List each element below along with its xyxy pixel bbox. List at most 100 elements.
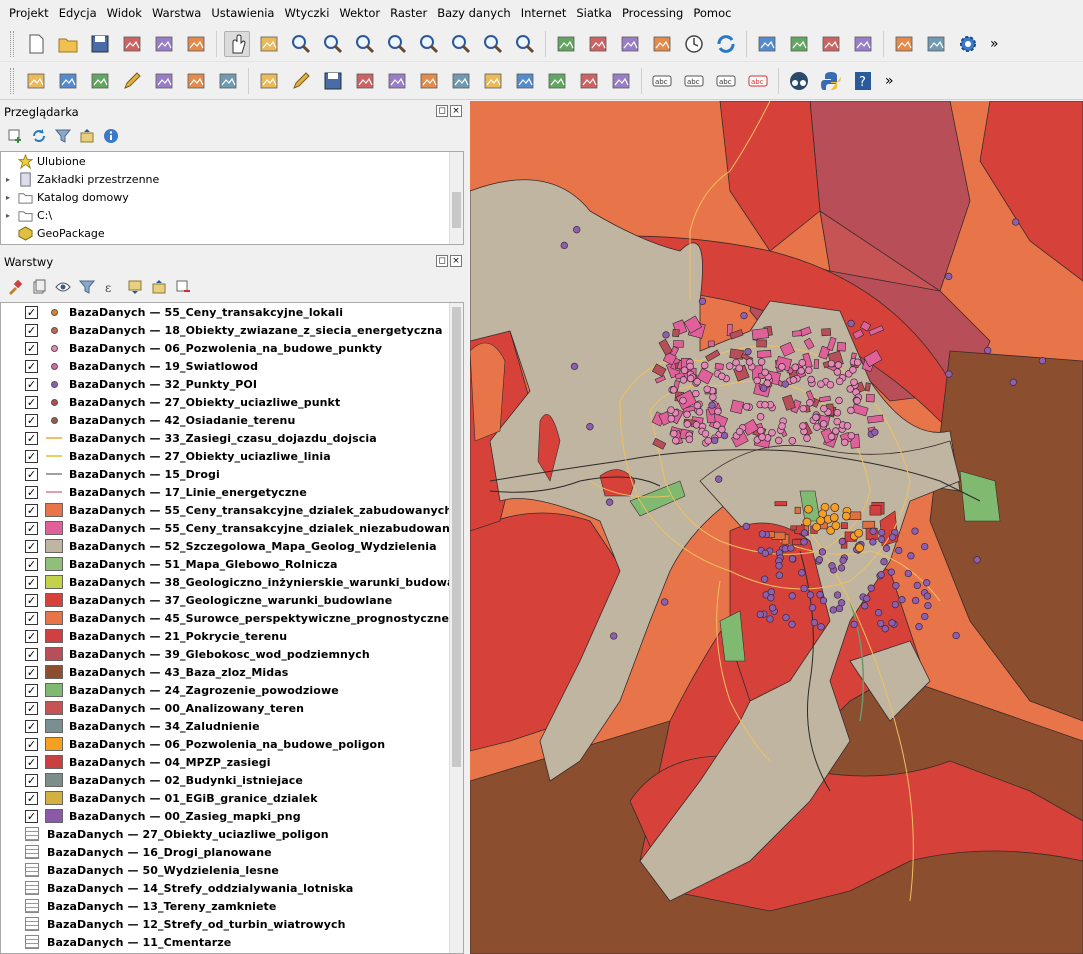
layer-visibility-checkbox[interactable]: ✓ — [25, 305, 38, 319]
layer-item[interactable]: ✓ BazaDanych — 04_MPZP_zasiegi — [1, 753, 463, 771]
layer-item[interactable]: ✓ BazaDanych — 18_Obiekty_zwiazane_z_siec… — [1, 321, 463, 339]
save-edits-icon[interactable] — [320, 68, 346, 94]
layer-visibility-checkbox[interactable]: ✓ — [25, 557, 38, 571]
browser-item[interactable]: GeoPackage — [1, 224, 463, 242]
layer-visibility-checkbox[interactable]: ✓ — [25, 593, 38, 607]
close-panel-button[interactable]: × — [450, 255, 462, 267]
close-panel-button[interactable]: × — [450, 105, 462, 117]
layer-item[interactable]: BazaDanych — 11_Cmentarze — [1, 933, 463, 951]
layer-visibility-checkbox[interactable]: ✓ — [25, 359, 38, 373]
pencil-icon[interactable] — [288, 68, 314, 94]
undo-icon[interactable] — [576, 68, 602, 94]
float-panel-button[interactable]: ◻ — [436, 105, 448, 117]
layer-item[interactable]: ✓ BazaDanych — 27_Obiekty_uciazliwe_punkt — [1, 393, 463, 411]
layer-item[interactable]: ✓ BazaDanych — 00_Analizowany_teren — [1, 699, 463, 717]
layer-item[interactable]: ✓ BazaDanych — 19_Swiatlowod — [1, 357, 463, 375]
layer-visibility-checkbox[interactable]: ✓ — [25, 323, 38, 337]
eye-icon[interactable] — [54, 278, 72, 296]
vertex-tool-icon[interactable] — [384, 68, 410, 94]
pin-labels-icon[interactable]: abc — [713, 68, 739, 94]
layer-item[interactable]: ✓ BazaDanych — 51_Mapa_Glebowo_Rolnicza — [1, 555, 463, 573]
layer-visibility-checkbox[interactable]: ✓ — [25, 395, 38, 409]
layer-visibility-checkbox[interactable]: ✓ — [25, 503, 38, 517]
browser-item[interactable]: ▸ Katalog domowy — [1, 188, 463, 206]
remove-layer-icon[interactable] — [174, 278, 192, 296]
add-mesh-layer-icon[interactable] — [215, 68, 241, 94]
layer-item[interactable]: ✓ BazaDanych — 32_Punkty_POI — [1, 375, 463, 393]
identify-icon[interactable] — [891, 31, 917, 57]
browser-item[interactable]: ▸ C:\ — [1, 206, 463, 224]
refresh-icon[interactable] — [713, 31, 739, 57]
layer-visibility-checkbox[interactable]: ✓ — [25, 791, 38, 805]
style-paint-icon[interactable] — [6, 278, 24, 296]
layer-item[interactable]: BazaDanych — 16_Drogi_planowane — [1, 843, 463, 861]
expand-all-icon[interactable] — [126, 278, 144, 296]
menu-wektor[interactable]: Wektor — [334, 0, 385, 26]
toggle-editing-icon[interactable] — [256, 68, 282, 94]
toolbar-grip[interactable] — [10, 30, 14, 57]
add-vector-layer-icon[interactable] — [87, 68, 113, 94]
layer-item[interactable]: BazaDanych — 12_Strefy_od_turbin_wiatrow… — [1, 915, 463, 933]
copy-features-icon[interactable] — [512, 68, 538, 94]
layer-visibility-checkbox[interactable]: ✓ — [25, 377, 38, 391]
layer-item[interactable]: BazaDanych — 50_Wydzielenia_lesne — [1, 861, 463, 879]
layer-visibility-checkbox[interactable]: ✓ — [25, 575, 38, 589]
layer-item[interactable]: BazaDanych — 27_Obiekty_uciazliwe_poligo… — [1, 825, 463, 843]
layer-visibility-checkbox[interactable]: ✓ — [25, 521, 38, 535]
filter-icon[interactable] — [54, 127, 72, 145]
python-console-icon[interactable] — [818, 68, 844, 94]
plugin-eye-icon[interactable] — [786, 68, 812, 94]
menu-warstwa[interactable]: Warstwa — [147, 0, 206, 26]
toolbar-grip[interactable] — [10, 67, 14, 94]
layer-visibility-checkbox[interactable]: ✓ — [25, 467, 38, 481]
layers-scrollbar[interactable] — [449, 303, 463, 953]
toolbar-overflow-icon[interactable]: » — [990, 36, 999, 52]
layer-visibility-checkbox[interactable]: ✓ — [25, 629, 38, 643]
tree-expander-icon[interactable]: ▸ — [1, 211, 15, 220]
layer-item[interactable]: ✓ BazaDanych — 45_Surowce_perspektywiczne… — [1, 609, 463, 627]
add-group-icon[interactable] — [30, 278, 48, 296]
layer-visibility-checkbox[interactable]: ✓ — [25, 539, 38, 553]
tree-expander-icon[interactable]: ▸ — [1, 175, 15, 184]
show-bookmarks-icon[interactable] — [649, 31, 675, 57]
layer-item[interactable]: ✓ BazaDanych — 38_Geologiczno_inżynierski… — [1, 573, 463, 591]
layer-item[interactable]: ✓ BazaDanych — 42_Osiadanie_terenu — [1, 411, 463, 429]
zoom-last-icon[interactable] — [480, 31, 506, 57]
map-canvas[interactable] — [470, 101, 1083, 954]
layer-visibility-checkbox[interactable]: ✓ — [25, 719, 38, 733]
menu-widok[interactable]: Widok — [102, 0, 147, 26]
layer-item[interactable]: ✓ BazaDanych — 52_Szczegolowa_Mapa_Geolog… — [1, 537, 463, 555]
tree-expander-icon[interactable]: ▸ — [1, 193, 15, 202]
info-icon[interactable] — [102, 127, 120, 145]
layer-item[interactable]: ✓ BazaDanych — 37_Geologiczne_warunki_bud… — [1, 591, 463, 609]
diagram-icon[interactable]: abc — [681, 68, 707, 94]
menu-internet[interactable]: Internet — [516, 0, 572, 26]
zoom-out-icon[interactable] — [320, 31, 346, 57]
menu-bazy-danych[interactable]: Bazy danych — [432, 0, 516, 26]
zoom-in-icon[interactable] — [288, 31, 314, 57]
layer-item[interactable]: ✓ BazaDanych — 33_Zasiegi_czasu_dojazdu_d… — [1, 429, 463, 447]
layer-visibility-checkbox[interactable]: ✓ — [25, 701, 38, 715]
new-geopackage-layer-icon[interactable] — [55, 68, 81, 94]
layer-item[interactable]: ✓ BazaDanych — 21_Pokrycie_terenu — [1, 627, 463, 645]
layer-visibility-checkbox[interactable]: ✓ — [25, 341, 38, 355]
save-project-icon[interactable] — [87, 31, 113, 57]
add-annotation-icon[interactable] — [850, 31, 876, 57]
new-map-view-icon[interactable] — [553, 31, 579, 57]
new-print-layout-icon[interactable] — [119, 31, 145, 57]
layer-visibility-checkbox[interactable]: ✓ — [25, 449, 38, 463]
layer-item[interactable]: ✓ BazaDanych — 17_Linie_energetyczne — [1, 483, 463, 501]
menu-pomoc[interactable]: Pomoc — [688, 0, 736, 26]
browser-item[interactable]: ▸ Zakładki przestrzenne — [1, 170, 463, 188]
add-virtual-layer-icon[interactable] — [151, 68, 177, 94]
help-icon[interactable]: ? — [850, 68, 876, 94]
zoom-next-icon[interactable] — [512, 31, 538, 57]
menu-ustawienia[interactable]: Ustawienia — [206, 0, 279, 26]
browser-item[interactable]: Ulubione — [1, 152, 463, 170]
layer-item[interactable]: ✓ BazaDanych — 55_Ceny_transakcyjne_dzial… — [1, 519, 463, 537]
layer-visibility-checkbox[interactable]: ✓ — [25, 431, 38, 445]
digitize-icon[interactable] — [119, 68, 145, 94]
zoom-native-icon[interactable] — [448, 31, 474, 57]
browser-tree[interactable]: Ulubione ▸ Zakładki przestrzenne ▸ Katalog d… — [0, 151, 464, 245]
layer-item[interactable]: BazaDanych — 14_Strefy_oddzialywania_lot… — [1, 879, 463, 897]
